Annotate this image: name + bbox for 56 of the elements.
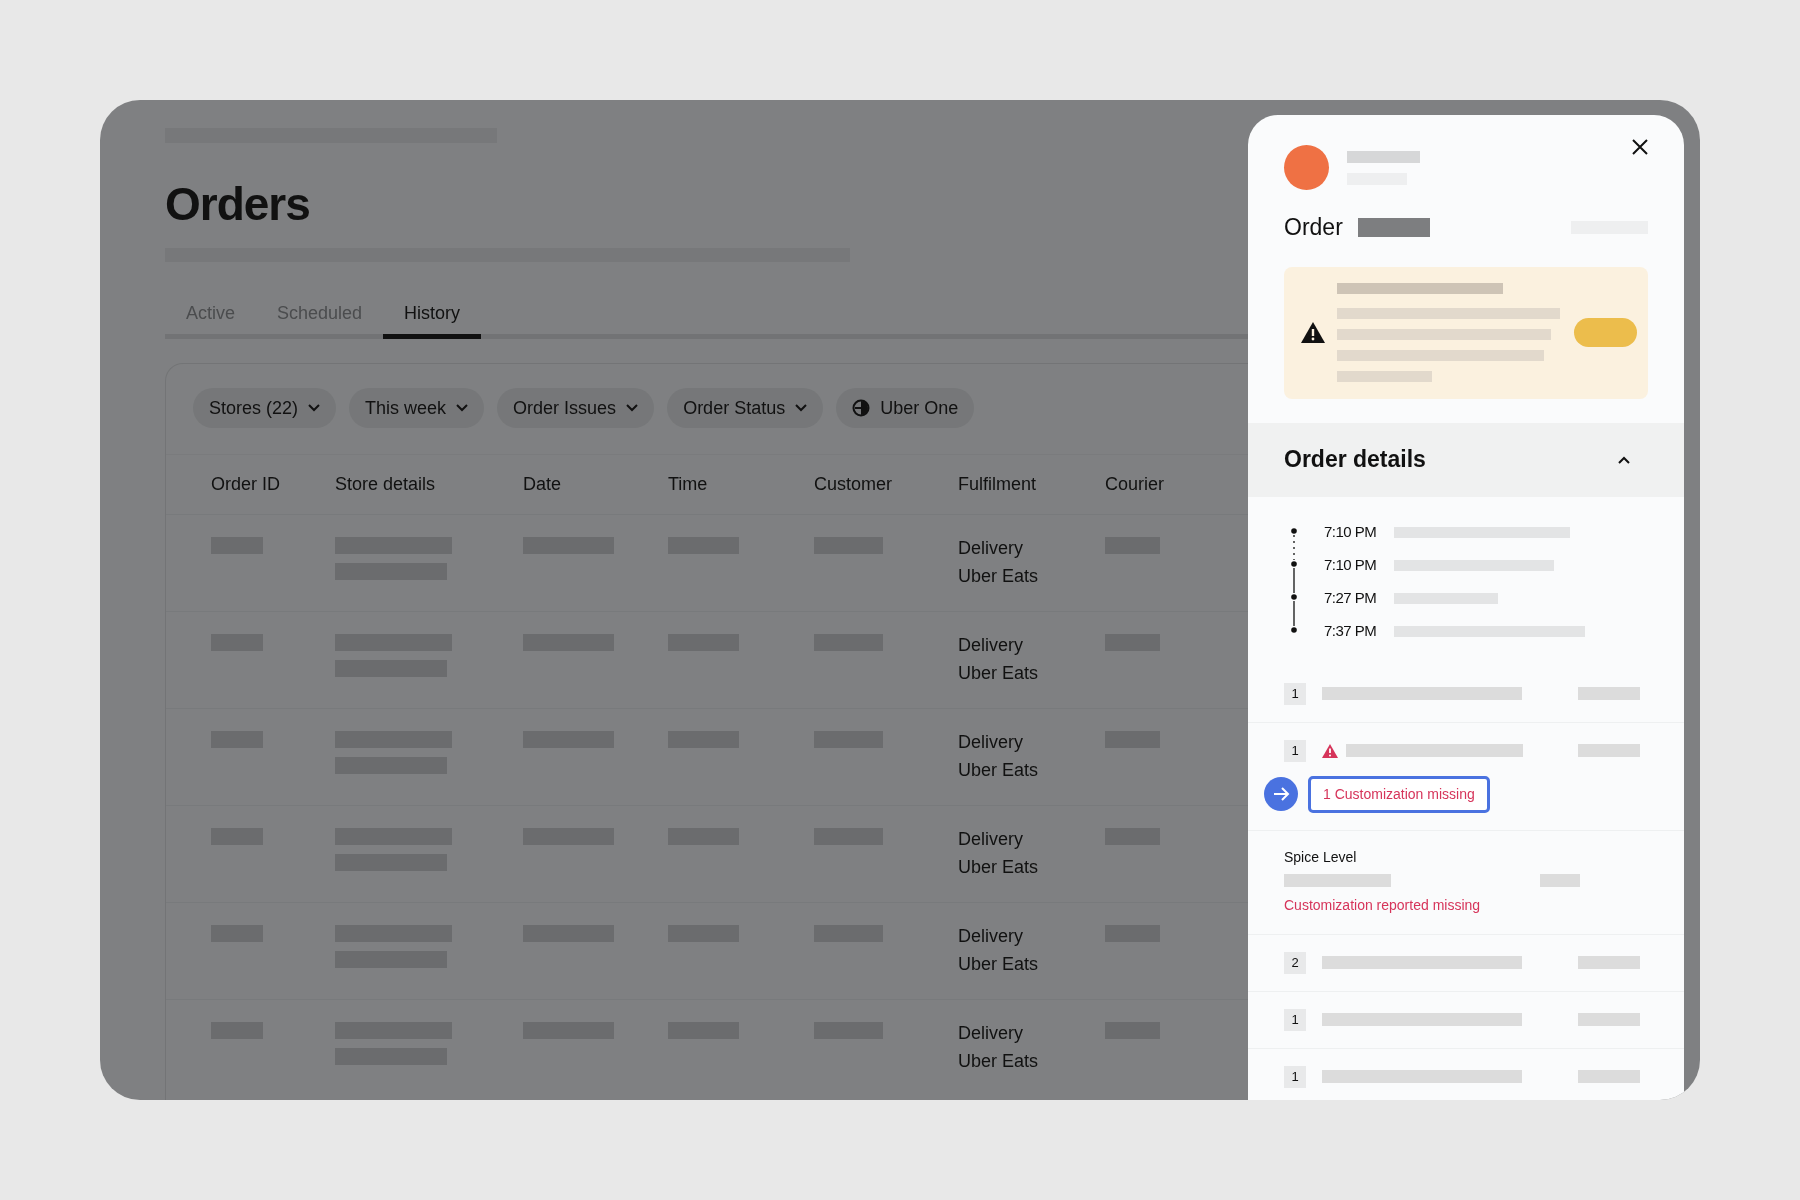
avatar	[1284, 145, 1329, 190]
column-header: Date	[523, 473, 563, 496]
placeholder-bar	[1578, 744, 1640, 757]
timeline-time: 7:37 PM	[1324, 621, 1378, 642]
quantity-badge: 1	[1284, 1065, 1306, 1088]
fulfilment-platform: Uber Eats	[958, 953, 1040, 976]
quantity-badge: 1	[1284, 1008, 1306, 1031]
placeholder-bar	[1578, 1013, 1640, 1026]
fulfilment-method: Delivery	[958, 537, 1024, 560]
placeholder-bar	[1578, 956, 1640, 969]
quantity-badge: 1	[1284, 682, 1306, 705]
chevron-icon	[1618, 455, 1630, 464]
fulfilment-method: Delivery	[958, 1022, 1024, 1045]
placeholder-bar	[1540, 873, 1580, 887]
placeholder-bar	[1578, 687, 1640, 700]
arrow-right-icon	[1264, 777, 1298, 811]
placeholder-bar	[1578, 1070, 1640, 1083]
column-header: Time	[668, 473, 709, 496]
column-header: Courier	[1105, 473, 1166, 496]
timeline-time: 7:10 PM	[1324, 555, 1378, 576]
filter-chip[interactable]: Stores (22)	[193, 388, 337, 428]
fulfilment-platform: Uber Eats	[958, 856, 1040, 879]
modifier-title: Spice Level	[1284, 847, 1358, 867]
chevron-icon	[456, 404, 469, 412]
filter-chip[interactable]: Order Issues	[497, 388, 655, 428]
warning-icon	[1301, 322, 1325, 343]
quantity-badge: 1	[1284, 739, 1306, 762]
chevron-icon	[626, 404, 639, 412]
timeline-time: 7:27 PM	[1324, 588, 1378, 609]
order-details-header[interactable]: Order details	[1248, 422, 1684, 497]
quantity-badge: 2	[1284, 951, 1306, 974]
fulfilment-platform: Uber Eats	[958, 565, 1040, 588]
filter-chip[interactable]: This week	[349, 388, 485, 428]
fulfilment-method: Delivery	[958, 731, 1024, 754]
fulfilment-platform: Uber Eats	[958, 1050, 1040, 1073]
column-header: Customer	[814, 473, 894, 496]
issue-note: Customization reported missing	[1284, 895, 1482, 915]
fulfilment-platform: Uber Eats	[958, 662, 1040, 685]
fulfilment-method: Delivery	[958, 925, 1024, 948]
filter-chip[interactable]: Uber One	[836, 388, 975, 428]
tab[interactable]: History	[383, 292, 482, 339]
fulfilment-platform: Uber Eats	[958, 759, 1040, 782]
chevron-icon	[308, 404, 321, 412]
fulfilment-method: Delivery	[958, 634, 1024, 657]
circle-badge-icon	[852, 399, 871, 417]
order-title: Order	[1284, 213, 1343, 242]
timeline-time: 7:10 PM	[1324, 522, 1378, 543]
filter-chip[interactable]: Order Status	[667, 388, 824, 428]
page-title: Orders	[165, 177, 311, 232]
fulfilment-method: Delivery	[958, 828, 1024, 851]
warning-icon	[1322, 743, 1338, 758]
chevron-icon	[795, 404, 808, 412]
customization-missing-callout[interactable]: 1 Customization missing	[1308, 775, 1490, 813]
column-header: Order ID	[211, 473, 281, 496]
column-header: Store details	[335, 473, 437, 496]
column-header: Fulfilment	[958, 473, 1038, 496]
